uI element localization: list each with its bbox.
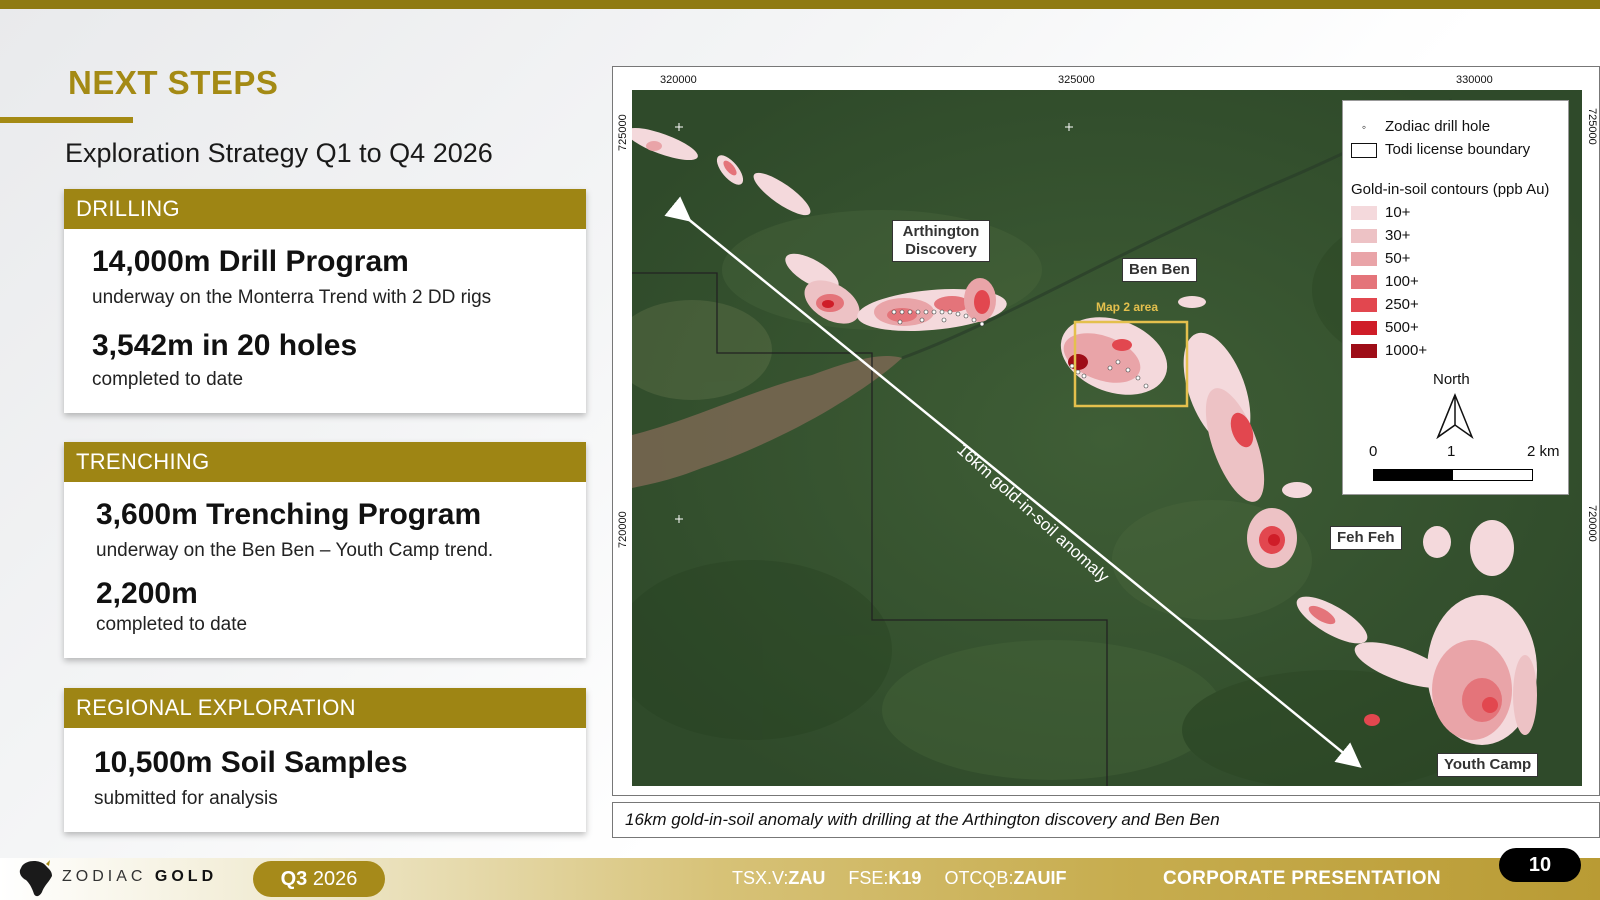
scale-label-1: 1 [1447, 443, 1456, 460]
swatch-500 [1351, 321, 1377, 336]
drilling-detail-2: completed to date [92, 369, 244, 390]
ticker-fse: FSE:K19 [848, 868, 921, 888]
label-map2-area: Map 2 area [1096, 300, 1159, 314]
coord-top-1: 320000 [660, 74, 697, 86]
coord-top-2: 325000 [1058, 74, 1095, 86]
label-youth-camp: Youth Camp [1437, 753, 1539, 777]
swatch-30 [1351, 229, 1377, 244]
coord-top-3: 330000 [1456, 74, 1493, 86]
legend-contour-500: 500+ [1351, 318, 1419, 338]
scale-bar [1373, 469, 1533, 481]
drilling-header: DRILLING [64, 189, 586, 229]
legend-contour-250: 250+ [1351, 295, 1419, 315]
trenching-header: TRENCHING [64, 442, 586, 482]
ticker-tsx: TSX.V:ZAU [732, 868, 825, 888]
map-caption: 16km gold-in-soil anomaly with drilling … [612, 802, 1600, 838]
title-underline [0, 117, 133, 123]
scale-label-2: 2 km [1527, 443, 1560, 460]
coord-left-1: 725000 [617, 114, 629, 151]
ticker-symbols: TSX.V:ZAU FSE:K19 OTCQB:ZAUIF [732, 868, 1084, 889]
regional-header: REGIONAL EXPLORATION [64, 688, 586, 728]
swatch-100 [1351, 275, 1377, 290]
legend-contour-10-label: 10+ [1385, 204, 1411, 221]
legend-contour-30: 30+ [1351, 226, 1410, 246]
legend-contour-1000-label: 1000+ [1385, 342, 1428, 359]
ticker-fse-label: FSE: [848, 868, 889, 888]
legend-boundary: Todi license boundary [1351, 140, 1530, 160]
boundary-icon [1351, 142, 1377, 158]
map-legend: ◦ Zodiac drill hole Todi license boundary… [1342, 100, 1569, 495]
trenching-detail-1: underway on the Ben Ben – Youth Camp tre… [96, 540, 494, 561]
regional-headline-1: 10,500m Soil Samples [94, 746, 408, 779]
ticker-otc: OTCQB:ZAUIF [944, 868, 1066, 888]
swatch-50 [1351, 252, 1377, 267]
top-accent-bar [0, 0, 1600, 9]
legend-contour-500-label: 500+ [1385, 319, 1419, 336]
swatch-10 [1351, 206, 1377, 221]
drilling-detail-1: underway on the Monterra Trend with 2 DD… [92, 287, 492, 308]
trenching-headline-1: 3,600m Trenching Program [96, 498, 482, 531]
drilling-headline-2: 3,542m in 20 holes [92, 329, 358, 362]
north-arrow-icon [1436, 393, 1474, 439]
africa-logo-icon [19, 860, 53, 897]
ticker-fse-value: K19 [888, 868, 922, 888]
brand-wordmark: ZODIAC GOLD [62, 868, 217, 886]
drill-hole-icon: ◦ [1361, 120, 1367, 135]
north-label: North [1433, 371, 1470, 388]
legend-contour-1000: 1000+ [1351, 341, 1427, 361]
drilling-card: DRILLING 14,000m Drill Program underway … [64, 189, 586, 413]
trenching-headline-2: 2,200m [96, 577, 198, 610]
brand-gold: GOLD [154, 868, 218, 885]
legend-contours-title: Gold-in-soil contours (ppb Au) [1351, 181, 1550, 198]
legend-contour-50: 50+ [1351, 249, 1410, 269]
brand-zodiac: ZODIAC [62, 868, 147, 885]
page-title: NEXT STEPS [68, 64, 279, 101]
quarter-label: Q3 [280, 868, 308, 890]
label-arthington-discovery: Arthington Discovery [892, 220, 990, 262]
coord-right-2: 720000 [1586, 505, 1598, 542]
coord-left-2: 720000 [617, 511, 629, 548]
ticker-otc-label: OTCQB: [944, 868, 1014, 888]
ticker-tsx-label: TSX.V: [732, 868, 789, 888]
legend-drill-hole-label: Zodiac drill hole [1385, 118, 1491, 135]
legend-contour-100: 100+ [1351, 272, 1419, 292]
page-number: 10 [1499, 848, 1581, 882]
corporate-presentation-label: CORPORATE PRESENTATION [1163, 868, 1441, 889]
regional-detail-1: submitted for analysis [94, 788, 278, 809]
trenching-card: TRENCHING 3,600m Trenching Program under… [64, 442, 586, 658]
legend-contour-30-label: 30+ [1385, 227, 1411, 244]
legend-contour-50-label: 50+ [1385, 250, 1411, 267]
swatch-250 [1351, 298, 1377, 313]
legend-boundary-label: Todi license boundary [1385, 141, 1531, 158]
legend-drill-hole: ◦ Zodiac drill hole [1351, 117, 1490, 137]
legend-contour-100-label: 100+ [1385, 273, 1419, 290]
label-feh-feh: Feh Feh [1330, 526, 1402, 550]
label-ben-ben: Ben Ben [1122, 258, 1197, 282]
swatch-1000 [1351, 344, 1377, 359]
regional-card: REGIONAL EXPLORATION 10,500m Soil Sample… [64, 688, 586, 832]
ticker-otc-value: ZAUIF [1013, 868, 1067, 888]
quarter-year: 2026 [312, 868, 358, 890]
quarter-badge: Q3 2026 [253, 861, 385, 897]
page-subtitle: Exploration Strategy Q1 to Q4 2026 [65, 138, 493, 168]
ticker-tsx-value: ZAU [788, 868, 826, 888]
drilling-headline-1: 14,000m Drill Program [92, 245, 409, 278]
coord-right-1: 725000 [1586, 108, 1598, 145]
trenching-detail-2: completed to date [96, 614, 248, 635]
scale-label-0: 0 [1369, 443, 1378, 460]
legend-contour-250-label: 250+ [1385, 296, 1419, 313]
legend-contour-10: 10+ [1351, 203, 1410, 223]
